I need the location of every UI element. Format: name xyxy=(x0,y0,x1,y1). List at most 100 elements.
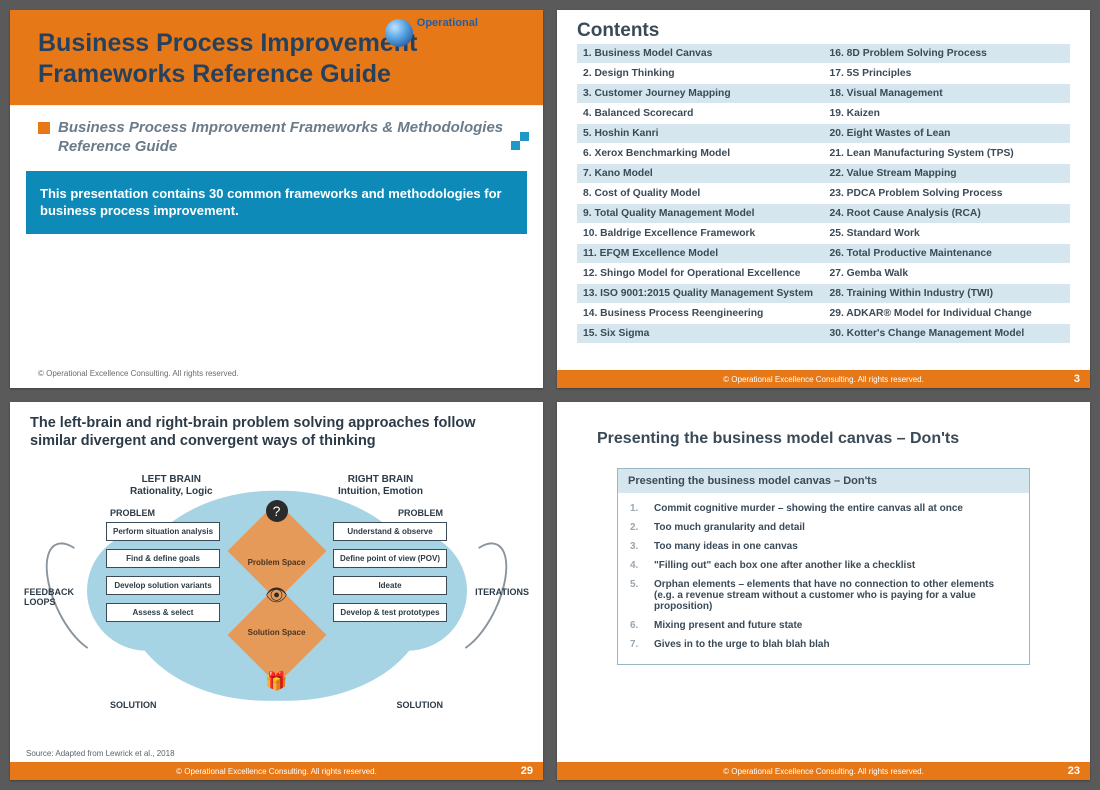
contents-col-left: 1. Business Model Canvas2. Design Thinki… xyxy=(577,44,824,344)
contents-item: 21. Lean Manufacturing System (TPS) xyxy=(824,144,1071,164)
diagram-box: Develop solution variants xyxy=(106,576,220,595)
diagram-box: Define point of view (POV) xyxy=(333,549,447,568)
brand-logo: Operational Excellence Consulting Empowe… xyxy=(385,18,525,47)
diagram-box: Find & define goals xyxy=(106,549,220,568)
question-icon: ? xyxy=(266,500,288,522)
footer-copyright: © Operational Excellence Consulting. All… xyxy=(723,375,924,384)
slide-brain-diagram: The left-brain and right-brain problem s… xyxy=(10,402,543,780)
donts-item-number: 6. xyxy=(630,620,644,631)
donts-item-number: 2. xyxy=(630,522,644,533)
brand-name-b: Excellence Consulting xyxy=(417,29,525,41)
slide3-title: The left-brain and right-brain problem s… xyxy=(10,402,543,456)
right-brain-head: RIGHT BRAIN Intuition, Emotion xyxy=(338,474,423,498)
donts-item-text: Gives in to the urge to blah blah blah xyxy=(654,639,830,650)
donts-item-text: Too many ideas in one canvas xyxy=(654,541,798,552)
blurb-box: This presentation contains 30 common fra… xyxy=(26,171,527,234)
donts-item-number: 7. xyxy=(630,639,644,650)
contents-item: 24. Root Cause Analysis (RCA) xyxy=(824,204,1071,224)
footer-copyright: © Operational Excellence Consulting. All… xyxy=(176,767,377,776)
donts-item-text: "Filling out" each box one after another… xyxy=(654,560,915,571)
diagram-box: Assess & select xyxy=(106,603,220,622)
diagram-box: Understand & observe xyxy=(333,522,447,541)
brand-name-a: Operational xyxy=(417,17,478,29)
donts-item-text: Mixing present and future state xyxy=(654,620,802,631)
diagram-stage: Problem Space Solution Space ? 👁 🎁 LEFT … xyxy=(10,460,543,740)
subtitle-area: Business Process Improvement Frameworks … xyxy=(10,106,543,165)
left-boxes-col: Perform situation analysis Find & define … xyxy=(106,522,220,622)
footer-copyright: © Operational Excellence Consulting. All… xyxy=(723,767,924,776)
donts-item-text: Too much granularity and detail xyxy=(654,522,805,533)
solution-label-right: SOLUTION xyxy=(397,700,444,710)
footer-bar: © Operational Excellence Consulting. All… xyxy=(10,762,543,780)
contents-item: 28. Training Within Industry (TWI) xyxy=(824,284,1071,304)
donts-item: 6. Mixing present and future state xyxy=(630,616,1017,635)
contents-item: 20. Eight Wastes of Lean xyxy=(824,124,1071,144)
page-number: 3 xyxy=(1074,373,1080,385)
donts-item: 1. Commit cognitive murder – showing the … xyxy=(630,499,1017,518)
contents-item: 29. ADKAR® Model for Individual Change xyxy=(824,304,1071,324)
page-number: 29 xyxy=(521,765,533,777)
feedback-label: FEEDBACK LOOPS xyxy=(24,588,74,608)
contents-item: 15. Six Sigma xyxy=(577,324,824,344)
diagram-box: Perform situation analysis xyxy=(106,522,220,541)
donts-panel: Presenting the business model canvas – D… xyxy=(617,468,1030,665)
donts-list: 1. Commit cognitive murder – showing the … xyxy=(618,493,1029,664)
donts-item: 5. Orphan elements – elements that have n… xyxy=(630,575,1017,616)
contents-item: 17. 5S Principles xyxy=(824,64,1071,84)
donts-item: 3. Too many ideas in one canvas xyxy=(630,537,1017,556)
contents-item: 4. Balanced Scorecard xyxy=(577,104,824,124)
problem-label-left: PROBLEM xyxy=(110,508,155,518)
donts-item: 4. "Filling out" each box one after anoth… xyxy=(630,556,1017,575)
contents-item: 22. Value Stream Mapping xyxy=(824,164,1071,184)
page-number: 23 xyxy=(1068,765,1080,777)
donts-item-number: 5. xyxy=(630,579,644,612)
contents-item: 2. Design Thinking xyxy=(577,64,824,84)
contents-item: 5. Hoshin Kanri xyxy=(577,124,824,144)
subtitle-text: Business Process Improvement Frameworks … xyxy=(58,118,515,157)
contents-item: 9. Total Quality Management Model xyxy=(577,204,824,224)
donts-item-number: 3. xyxy=(630,541,644,552)
brand-tagline: Empowering Sustainable Change xyxy=(417,41,525,47)
contents-item: 7. Kano Model xyxy=(577,164,824,184)
footer-bar: © Operational Excellence Consulting. All… xyxy=(557,370,1090,388)
contents-item: 8. Cost of Quality Model xyxy=(577,184,824,204)
eye-icon: 👁 xyxy=(266,584,288,606)
right-boxes-col: Understand & observe Define point of view… xyxy=(333,522,447,622)
contents-item: 12. Shingo Model for Operational Excelle… xyxy=(577,264,824,284)
contents-item: 16. 8D Problem Solving Process xyxy=(824,44,1071,64)
source-citation: Source: Adapted from Lewrick et al., 201… xyxy=(26,749,175,758)
left-brain-head: LEFT BRAIN Rationality, Logic xyxy=(130,474,213,498)
contents-item: 10. Baldrige Excellence Framework xyxy=(577,224,824,244)
donts-panel-head: Presenting the business model canvas – D… xyxy=(618,469,1029,493)
contents-item: 13. ISO 9001:2015 Quality Management Sys… xyxy=(577,284,824,304)
globe-icon xyxy=(385,19,413,47)
brand-text: Operational Excellence Consulting Empowe… xyxy=(417,18,525,47)
contents-item: 14. Business Process Reengineering xyxy=(577,304,824,324)
slide4-title: Presenting the business model canvas – D… xyxy=(557,402,1090,458)
iterations-label: ITERATIONS xyxy=(475,588,529,598)
donts-item-number: 1. xyxy=(630,503,644,514)
solution-label-left: SOLUTION xyxy=(110,700,157,710)
donts-item-text: Commit cognitive murder – showing the en… xyxy=(654,503,963,514)
slide-title: Operational Excellence Consulting Empowe… xyxy=(10,10,543,388)
problem-label-right: PROBLEM xyxy=(398,508,443,518)
diagram-box: Ideate xyxy=(333,576,447,595)
donts-item-text: Orphan elements – elements that have no … xyxy=(654,579,1017,612)
slide-contents: Contents 1. Business Model Canvas2. Desi… xyxy=(557,10,1090,388)
contents-item: 3. Customer Journey Mapping xyxy=(577,84,824,104)
contents-item: 26. Total Productive Maintenance xyxy=(824,244,1071,264)
contents-item: 11. EFQM Excellence Model xyxy=(577,244,824,264)
contents-col-right: 16. 8D Problem Solving Process17. 5S Pri… xyxy=(824,44,1071,344)
contents-item: 19. Kaizen xyxy=(824,104,1071,124)
contents-item: 18. Visual Management xyxy=(824,84,1071,104)
bullet-square-icon xyxy=(38,122,50,134)
contents-item: 1. Business Model Canvas xyxy=(577,44,824,64)
donts-item-number: 4. xyxy=(630,560,644,571)
diagram-box: Develop & test prototypes xyxy=(333,603,447,622)
solution-space-label: Solution Space xyxy=(248,628,306,637)
blurb-text: This presentation contains 30 common fra… xyxy=(40,186,502,219)
footer-bar: © Operational Excellence Consulting. All… xyxy=(557,762,1090,780)
gift-icon: 🎁 xyxy=(266,670,288,692)
slide-donts: Presenting the business model canvas – D… xyxy=(557,402,1090,780)
contents-title: Contents xyxy=(557,10,1090,44)
